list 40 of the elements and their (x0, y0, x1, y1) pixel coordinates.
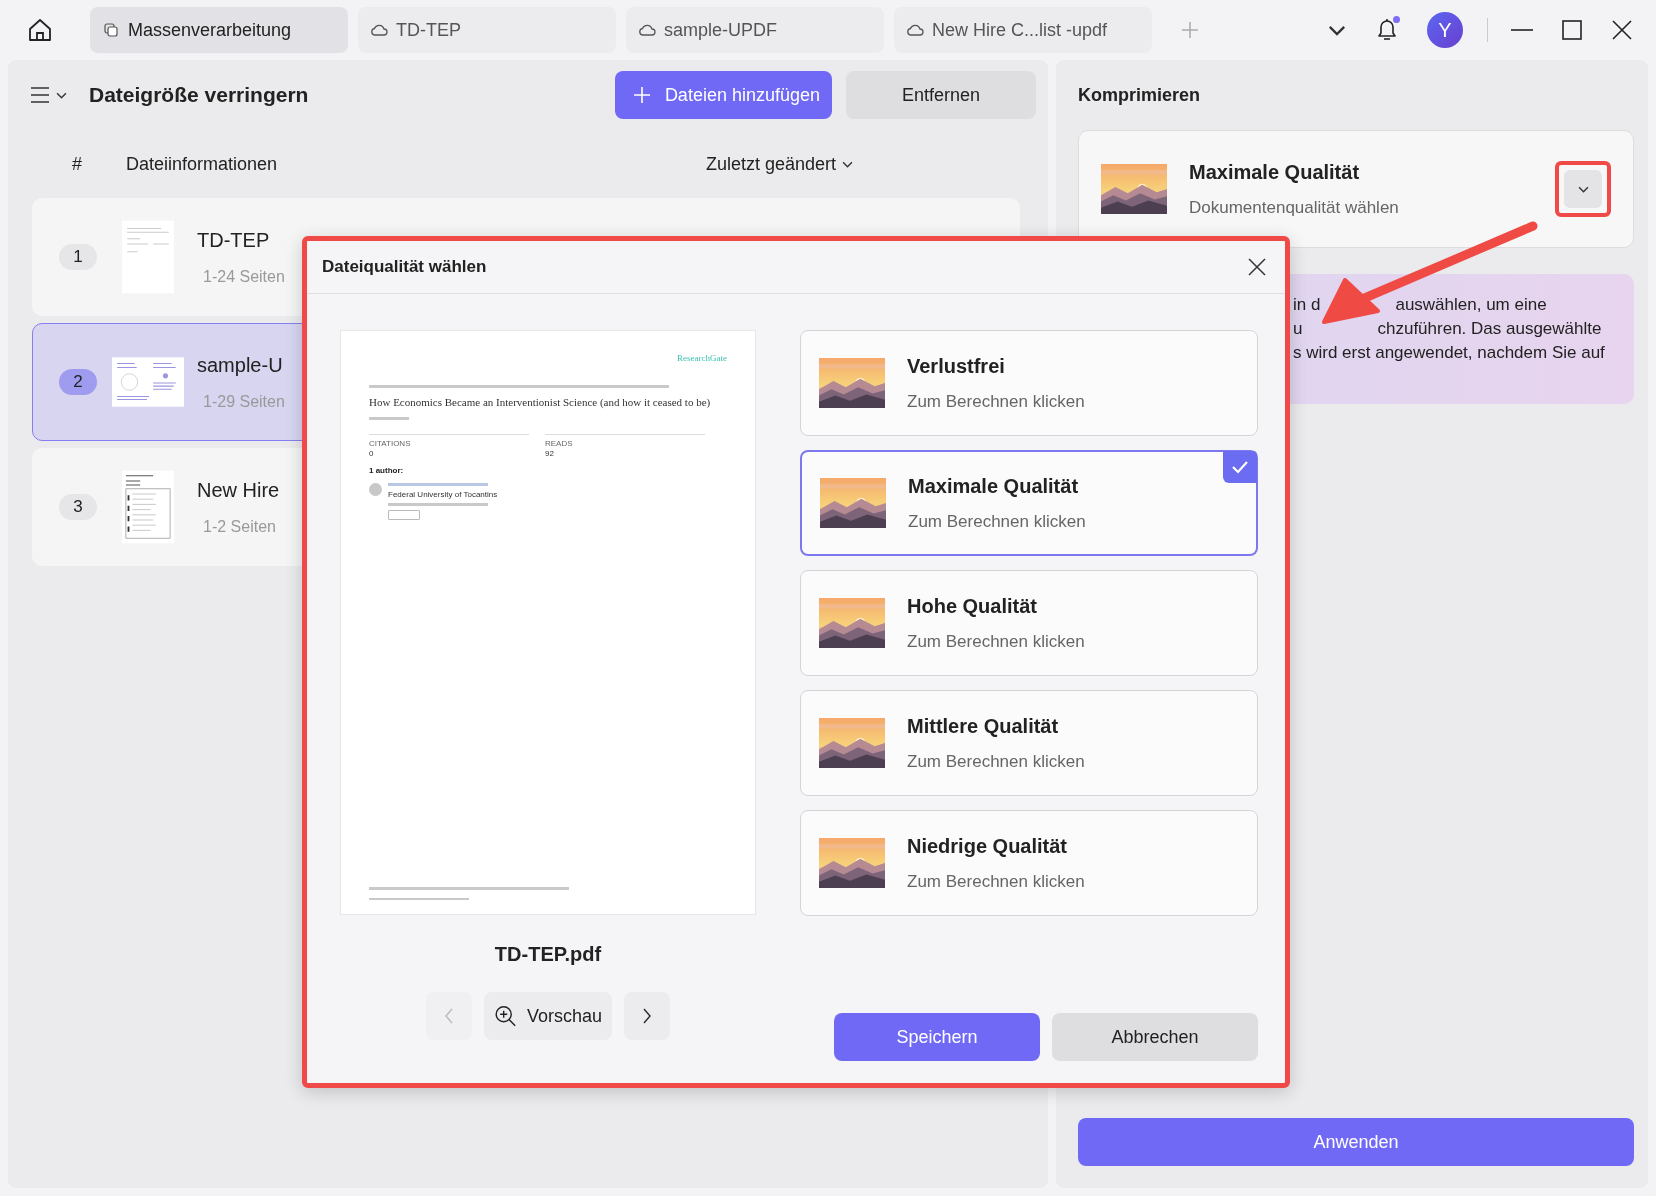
stat-value: 92 (545, 449, 555, 458)
file-name: sample-U (197, 353, 284, 377)
row-number: 3 (59, 494, 97, 520)
file-name: TD-TEP (197, 228, 271, 252)
info-text: auswählen, um eine (1395, 294, 1547, 315)
file-name: New Hire (197, 478, 280, 502)
option-title: Hohe Qualität (907, 594, 1038, 618)
page-range: 1-2 Seiten (203, 517, 277, 536)
info-text: chzuführen. Das ausgewählte (1377, 318, 1602, 339)
affiliation-text: Federal University of Tocantins (388, 490, 498, 499)
option-hint: Zum Berechnen klicken (908, 511, 1086, 532)
info-text: in d (1293, 294, 1321, 315)
stat-label: CITATIONS (369, 439, 412, 448)
quality-hint: Dokumentenqualität wählen (1189, 197, 1400, 218)
info-text: u (1293, 318, 1303, 339)
document-title: How Economics Became an Interventionist Science (and how it ceased to be) (369, 396, 712, 409)
option-hint: Zum Berechnen klicken (907, 391, 1085, 412)
page-title: Dateigröße verringern (89, 83, 309, 107)
page-range: 1-24 Seiten (203, 267, 285, 286)
page-range: 1-29 Seiten (203, 392, 285, 411)
info-text: s wird erst angewendet, nachdem Sie auf (1293, 342, 1605, 363)
row-number: 2 (59, 369, 97, 395)
option-title: Mittlere Qualität (907, 714, 1060, 738)
option-hint: Zum Berechnen klicken (907, 631, 1085, 652)
dialog-title: Dateiqualität wählen (322, 257, 487, 277)
option-title: Maximale Qualität (908, 474, 1080, 498)
file-name: TD-TEP.pdf (494, 943, 602, 966)
panel-title: Komprimieren (1078, 83, 1202, 107)
brand-text: ResearchGate (677, 353, 727, 363)
stat-label: READS (545, 439, 574, 448)
column-header: Dateiinformationen (126, 153, 279, 175)
option-title: Verlustfrei (907, 354, 1006, 378)
option-hint: Zum Berechnen klicken (907, 871, 1085, 892)
row-number: 1 (59, 244, 97, 270)
option-hint: Zum Berechnen klicken (907, 751, 1085, 772)
stat-value: 0 (369, 449, 375, 458)
quality-name: Maximale Qualität (1189, 160, 1361, 184)
option-title: Niedrige Qualität (907, 834, 1069, 858)
column-header: # (72, 153, 82, 175)
authors-label: 1 author: (369, 466, 405, 475)
